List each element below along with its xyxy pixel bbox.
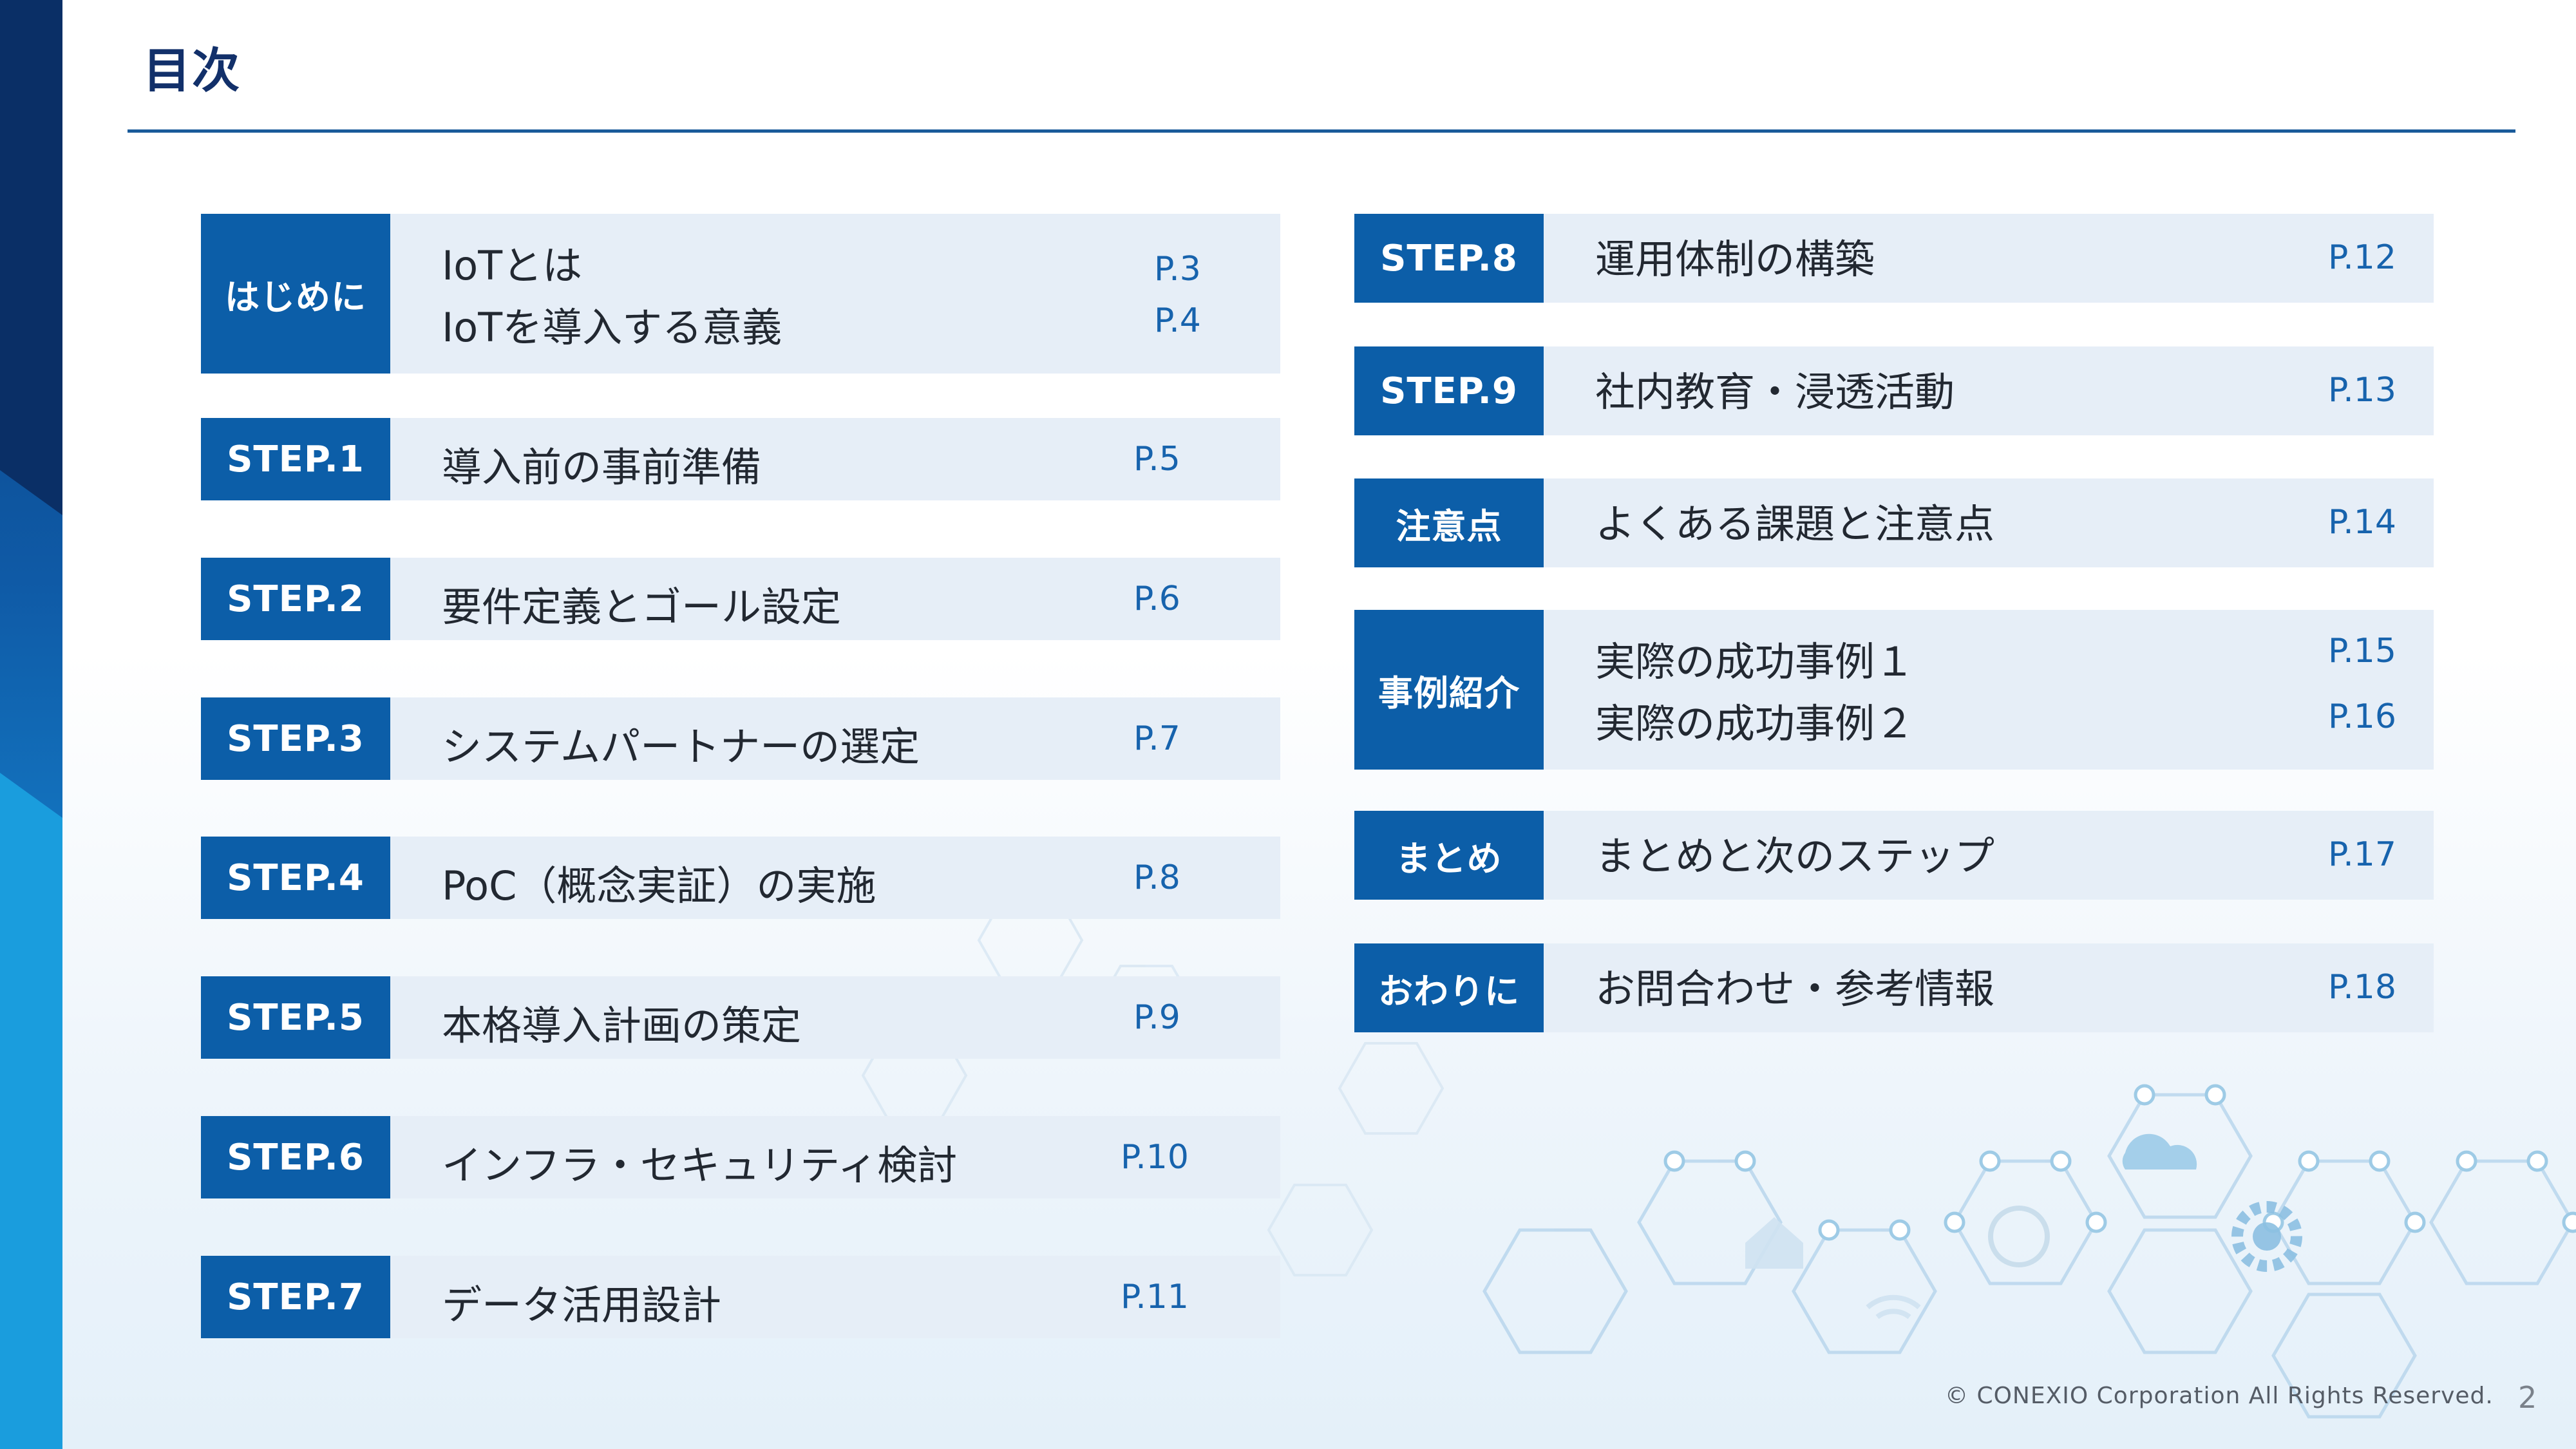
toc-item-title[interactable]: IoTを導入する意義: [442, 295, 782, 353]
toc-badge: STEP.4: [201, 837, 390, 919]
toc-page-number: P.12: [2328, 238, 2396, 277]
toc-page-number: P.18: [2328, 968, 2396, 1007]
toc-row-step-8[interactable]: STEP.8 運用体制の構築 P.12: [1354, 214, 2434, 303]
toc-content: お問合わせ・参考情報 P.18: [1544, 943, 2434, 1032]
toc-page-number: P.16: [2328, 697, 2396, 736]
toc-page-number: P.13: [2328, 371, 2396, 410]
toc-badge: まとめ: [1354, 811, 1544, 900]
toc-row-step-5[interactable]: STEP.5 本格導入計画の策定 P.9: [201, 976, 1280, 1059]
toc-content: PoC（概念実証）の実施 P.8: [390, 837, 1280, 919]
toc-page-number: P.11: [1121, 1278, 1189, 1316]
toc-item-title[interactable]: 要件定義とゴール設定: [442, 574, 841, 632]
toc-row-step-3[interactable]: STEP.3 システムパートナーの選定 P.7: [201, 697, 1280, 780]
toc-item-title[interactable]: IoTとは: [442, 233, 582, 291]
toc-content: IoTとは IoTを導入する意義 P.3 P.4: [390, 214, 1280, 374]
toc-badge: STEP.9: [1354, 346, 1544, 435]
toc-row-cautions[interactable]: 注意点 よくある課題と注意点 P.14: [1354, 478, 2434, 567]
toc-content: データ活用設計 P.11: [390, 1256, 1280, 1338]
toc-item-title[interactable]: 運用体制の構築: [1595, 227, 1875, 285]
toc-badge: STEP.5: [201, 976, 390, 1059]
toc-badge: おわりに: [1354, 943, 1544, 1032]
toc-content: 要件定義とゴール設定 P.6: [390, 558, 1280, 640]
toc-row-step-2[interactable]: STEP.2 要件定義とゴール設定 P.6: [201, 558, 1280, 640]
toc-item-title[interactable]: PoC（概念実証）の実施: [442, 853, 876, 911]
toc-page-number: P.15: [2328, 632, 2396, 670]
toc-badge: STEP.6: [201, 1116, 390, 1198]
toc-content: 実際の成功事例１ 実際の成功事例２ P.15 P.16: [1544, 610, 2434, 770]
left-accent-bar: [0, 0, 62, 1449]
toc-item-title[interactable]: 実際の成功事例２: [1595, 691, 1915, 749]
toc-page-number: P.10: [1121, 1138, 1189, 1177]
toc-item-title[interactable]: 本格導入計画の策定: [442, 993, 801, 1051]
toc-content: 運用体制の構築 P.12: [1544, 214, 2434, 303]
toc-content: 導入前の事前準備 P.5: [390, 418, 1280, 500]
toc-page-number: P.8: [1133, 858, 1180, 897]
toc-content: 社内教育・浸透活動 P.13: [1544, 346, 2434, 435]
toc-badge: STEP.7: [201, 1256, 390, 1338]
toc-badge: 事例紹介: [1354, 610, 1544, 770]
toc-page-number: P.7: [1133, 719, 1180, 758]
toc-page-number: P.3: [1154, 250, 1201, 289]
accent-bar-shapes: [0, 0, 62, 1449]
copyright-footer: © CONEXIO Corporation All Rights Reserve…: [1945, 1383, 2494, 1409]
toc-page-number: P.17: [2328, 835, 2396, 874]
toc-row-step-9[interactable]: STEP.9 社内教育・浸透活動 P.13: [1354, 346, 2434, 435]
toc-badge: STEP.3: [201, 697, 390, 780]
toc-row-closing[interactable]: おわりに お問合わせ・参考情報 P.18: [1354, 943, 2434, 1032]
toc-badge: STEP.2: [201, 558, 390, 640]
toc-content: 本格導入計画の策定 P.9: [390, 976, 1280, 1059]
toc-item-title[interactable]: 導入前の事前準備: [442, 435, 761, 493]
toc-row-intro[interactable]: はじめに IoTとは IoTを導入する意義 P.3 P.4: [201, 214, 1280, 374]
toc-content: まとめと次のステップ P.17: [1544, 811, 2434, 900]
toc-page-number: P.9: [1133, 998, 1180, 1037]
toc-badge: STEP.1: [201, 418, 390, 500]
toc-item-title[interactable]: よくある課題と注意点: [1595, 491, 1994, 549]
toc-badge: STEP.8: [1354, 214, 1544, 303]
toc-item-title[interactable]: システムパートナーの選定: [442, 714, 920, 772]
toc-page-number: P.6: [1133, 580, 1180, 618]
toc-item-title[interactable]: データ活用設計: [442, 1273, 721, 1331]
toc-row-step-1[interactable]: STEP.1 導入前の事前準備 P.5: [201, 418, 1280, 500]
toc-item-title[interactable]: インフラ・セキュリティ検討: [442, 1133, 957, 1191]
toc-row-case-studies[interactable]: 事例紹介 実際の成功事例１ 実際の成功事例２ P.15 P.16: [1354, 610, 2434, 770]
toc-row-step-4[interactable]: STEP.4 PoC（概念実証）の実施 P.8: [201, 837, 1280, 919]
toc-item-title[interactable]: 社内教育・浸透活動: [1595, 359, 1955, 417]
page-number: 2: [2518, 1380, 2537, 1415]
toc-item-title[interactable]: お問合わせ・参考情報: [1595, 956, 1994, 1014]
toc-page-number: P.14: [2328, 503, 2396, 542]
toc-item-title[interactable]: 実際の成功事例１: [1595, 629, 1915, 687]
toc-item-title[interactable]: まとめと次のステップ: [1595, 824, 1994, 882]
toc-row-step-7[interactable]: STEP.7 データ活用設計 P.11: [201, 1256, 1280, 1338]
toc-row-summary[interactable]: まとめ まとめと次のステップ P.17: [1354, 811, 2434, 900]
toc-page-number: P.5: [1133, 440, 1180, 478]
toc-content: インフラ・セキュリティ検討 P.10: [390, 1116, 1280, 1198]
toc-badge: 注意点: [1354, 478, 1544, 567]
toc-content: よくある課題と注意点 P.14: [1544, 478, 2434, 567]
page-title: 目次: [143, 43, 241, 99]
toc-page-number: P.4: [1154, 301, 1201, 340]
toc-row-step-6[interactable]: STEP.6 インフラ・セキュリティ検討 P.10: [201, 1116, 1280, 1198]
toc-content: システムパートナーの選定 P.7: [390, 697, 1280, 780]
toc-badge: はじめに: [201, 214, 390, 374]
slide: 目次 はじめに IoTとは IoTを導入する意義 P.3 P.4 STEP.1 …: [0, 0, 2576, 1449]
title-divider: [128, 129, 2515, 133]
